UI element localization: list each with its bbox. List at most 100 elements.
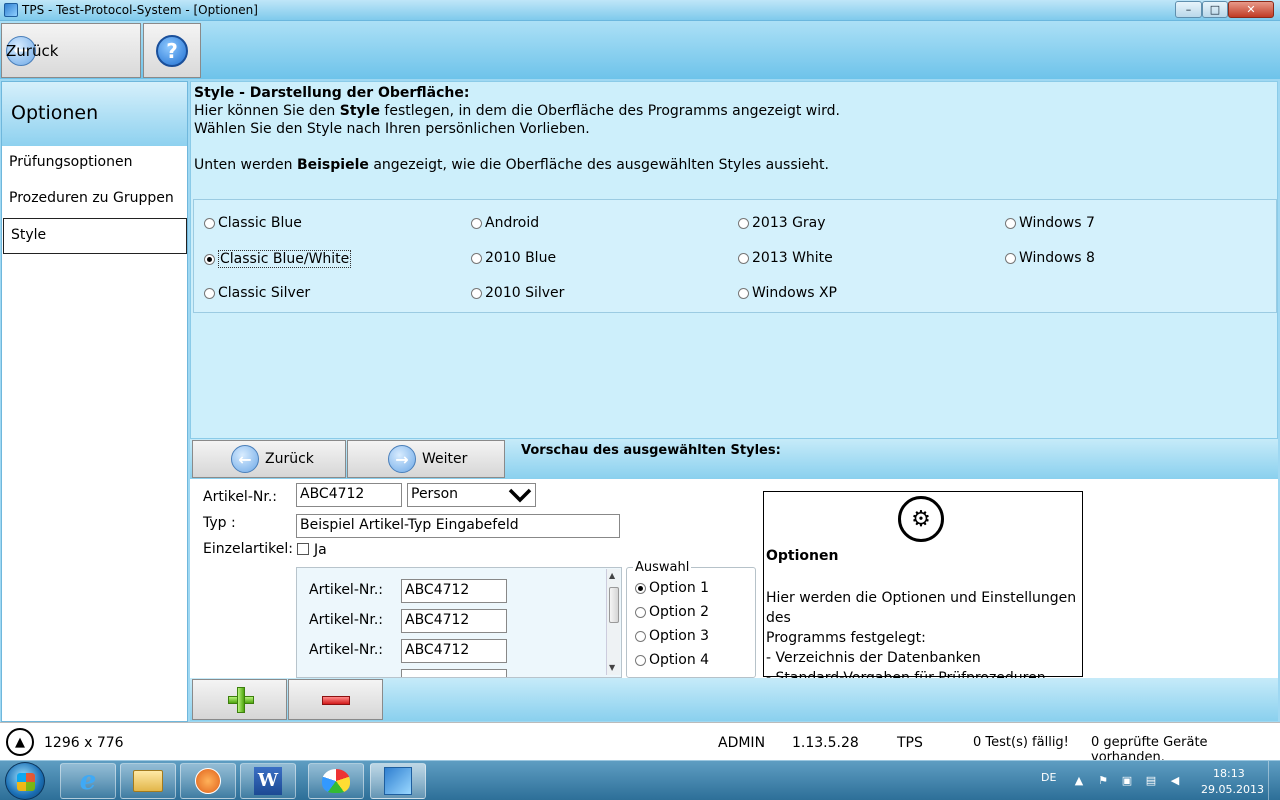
style-radio-classic-blue[interactable]: Classic Blue — [204, 215, 302, 231]
option-radio-4[interactable]: Option 4 — [635, 652, 709, 668]
style-radio-2013-gray[interactable]: 2013 Gray — [738, 215, 826, 231]
close-button[interactable]: ✕ — [1228, 1, 1274, 18]
style-radio-windows-xp[interactable]: Windows XP — [738, 285, 837, 301]
scroll-up-icon[interactable]: ▲ — [609, 571, 615, 580]
tps-app-icon[interactable] — [370, 763, 426, 799]
style-radio-2010-silver[interactable]: 2010 Silver — [471, 285, 564, 301]
radio-indicator — [471, 287, 482, 299]
row-input[interactable]: ABC4712 — [401, 609, 507, 633]
row-label: Artikel-Nr.: — [309, 642, 383, 658]
word-icon[interactable]: W — [240, 763, 296, 799]
window-titlebar: TPS - Test-Protocol-System - [Optionen] … — [0, 0, 1280, 21]
media-player-icon[interactable] — [180, 763, 236, 799]
row-input-cut[interactable] — [401, 669, 507, 677]
file-explorer-icon[interactable] — [120, 763, 176, 799]
minus-icon — [322, 696, 350, 705]
arrow-right-icon: → — [388, 445, 416, 473]
bottom-toolbar — [190, 678, 1278, 721]
artikel-input[interactable]: ABC4712 — [296, 483, 402, 507]
card-body: Hier werden die Optionen und Einstellung… — [766, 588, 1082, 678]
card-title: Optionen — [766, 548, 839, 564]
network-icon[interactable]: ▤ — [1144, 774, 1158, 787]
internet-explorer-icon[interactable]: e — [60, 763, 116, 799]
sidebar: Optionen Prüfungsoptionen Prozeduren zu … — [1, 81, 188, 722]
scroll-down-icon[interactable]: ▼ — [609, 663, 615, 672]
add-button[interactable] — [192, 679, 287, 720]
language-indicator[interactable]: DE — [1041, 771, 1056, 784]
option-label: Option 2 — [649, 604, 710, 620]
option-label: Option 1 — [649, 580, 710, 596]
sidebar-title: Optionen — [2, 82, 187, 146]
person-combobox-value: Person — [411, 486, 459, 502]
usb-device-icon[interactable]: ▣ — [1120, 774, 1134, 787]
preview-scrollbar[interactable]: ▲ ▼ — [606, 569, 620, 675]
option-radio-2[interactable]: Option 2 — [635, 604, 709, 620]
preview-next-button[interactable]: → Weiter — [347, 440, 505, 478]
paint-icon[interactable] — [308, 763, 364, 799]
sidebar-item-prozeduren-zu-gruppen[interactable]: Prozeduren zu Gruppen — [2, 182, 187, 218]
preview-title: Vorschau des ausgewählten Styles: — [521, 443, 781, 458]
show-hidden-icons-icon[interactable]: ▲ — [1072, 774, 1086, 787]
radio-indicator — [1005, 252, 1016, 264]
person-combobox[interactable]: Person — [407, 483, 536, 507]
option-radio-3[interactable]: Option 3 — [635, 628, 709, 644]
help-button[interactable]: ? — [143, 23, 201, 78]
style-radio-2010-blue[interactable]: 2010 Blue — [471, 250, 556, 266]
clock-date[interactable]: 29.05.2013 — [1201, 783, 1264, 796]
option-label: Option 3 — [649, 628, 710, 644]
intro-line-1-pre: Hier können Sie den — [194, 103, 340, 119]
style-radio-label: Windows 8 — [1019, 250, 1095, 266]
style-settings-panel: Style - Darstellung der Oberfläche: Hier… — [190, 81, 1278, 439]
intro-line-3-bold: Beispiele — [296, 157, 369, 173]
intro-line-1: Hier können Sie den Style festlegen, in … — [194, 102, 840, 120]
auswahl-title: Auswahl — [633, 560, 692, 575]
main-toolbar: ← Zurück ? — [0, 21, 1280, 79]
style-radio-android[interactable]: Android — [471, 215, 539, 231]
preview-back-label: Zurück — [265, 451, 314, 467]
clock-time[interactable]: 18:13 — [1213, 767, 1245, 780]
style-radio-label: Windows XP — [752, 285, 837, 301]
maximize-button[interactable]: □ — [1202, 1, 1228, 18]
card-line: Hier werden die Optionen und Einstellung… — [766, 590, 1077, 626]
style-radio-label: Classic Blue/White — [218, 250, 352, 268]
status-user: ADMIN — [718, 735, 766, 751]
typ-label: Typ : — [203, 515, 236, 531]
ja-label: Ja — [314, 542, 327, 558]
minimize-button[interactable]: – — [1175, 1, 1202, 18]
back-button[interactable]: ← Zurück — [1, 23, 141, 78]
style-radio-windows-7[interactable]: Windows 7 — [1005, 215, 1095, 231]
sidebar-item-pruefungsoptionen[interactable]: Prüfungsoptionen — [2, 146, 187, 182]
style-radio-label: Android — [485, 215, 540, 231]
action-center-flag-icon[interactable]: ⚑ — [1096, 774, 1110, 787]
radio-indicator — [1005, 217, 1016, 229]
start-button[interactable] — [5, 762, 45, 800]
artikel-scroll-panel[interactable]: Artikel-Nr.: ABC4712 Artikel-Nr.: ABC471… — [296, 567, 622, 678]
remove-button[interactable] — [288, 679, 383, 720]
row-input[interactable]: ABC4712 — [401, 579, 507, 603]
ja-checkbox[interactable] — [297, 543, 309, 555]
intro-line-1-bold: Style — [339, 103, 380, 119]
style-radio-classic-silver[interactable]: Classic Silver — [204, 285, 310, 301]
row-input[interactable]: ABC4712 — [401, 639, 507, 663]
auswahl-groupbox: Auswahl Option 1 Option 2 Option 3 Optio… — [626, 560, 756, 678]
expand-up-icon[interactable]: ▲ — [6, 728, 34, 756]
style-radio-classic-blue-white[interactable]: Classic Blue/White — [204, 250, 352, 268]
windows-taskbar: e W DE ▲ ⚑ ▣ ▤ ◀ 18:13 29.05.2013 — [0, 760, 1280, 800]
status-bar: ▲ 1296 x 776 ADMIN 1.13.5.28 TPS 0 Test(… — [0, 722, 1280, 765]
style-radio-label: Windows 7 — [1019, 215, 1095, 231]
option-radio-1[interactable]: Option 1 — [635, 580, 709, 596]
style-radio-2013-white[interactable]: 2013 White — [738, 250, 833, 266]
style-radio-windows-8[interactable]: Windows 8 — [1005, 250, 1095, 266]
typ-input[interactable]: Beispiel Artikel-Typ Eingabefeld — [296, 514, 620, 538]
show-desktop-button[interactable] — [1268, 761, 1280, 800]
volume-muted-icon[interactable]: ◀ — [1168, 774, 1182, 787]
preview-back-button[interactable]: ← Zurück — [192, 440, 346, 478]
scrollbar-thumb[interactable] — [609, 587, 619, 623]
preview-toolbar: ← Zurück → Weiter Vorschau des ausgewähl… — [190, 439, 1278, 479]
status-app: TPS — [897, 735, 923, 751]
status-version: 1.13.5.28 — [792, 735, 859, 751]
sidebar-item-style[interactable]: Style — [3, 218, 187, 254]
intro-text: Style - Darstellung der Oberfläche: Hier… — [194, 84, 840, 174]
card-line: Programms festgelegt: — [766, 630, 926, 646]
